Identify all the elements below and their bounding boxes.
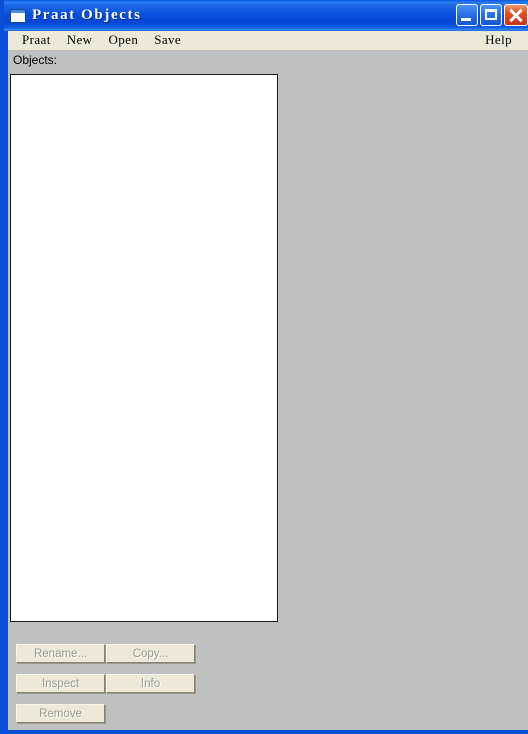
window-document-icon [10, 9, 26, 23]
inspect-button[interactable]: Inspect [16, 674, 105, 693]
title-bar[interactable]: Praat Objects [4, 0, 528, 31]
action-buttons-panel: Rename... Copy... Inspect Info Remove [8, 638, 528, 730]
menu-item-help[interactable]: Help [477, 31, 520, 50]
window-controls [456, 4, 528, 26]
title-bar-left: Praat Objects [10, 0, 142, 31]
objects-list[interactable] [10, 74, 278, 622]
minimize-button[interactable] [456, 4, 478, 26]
menu-bar: Praat New Open Save Help [8, 31, 528, 50]
menu-bar-right-group: Help [477, 31, 528, 50]
window-title: Praat Objects [32, 7, 142, 23]
praat-objects-window: Praat Objects Praat New Open Save Help O… [0, 0, 528, 734]
client-area: Objects: Rename... Copy... Inspect Info … [8, 50, 528, 730]
info-button[interactable]: Info [106, 674, 195, 693]
menu-item-save[interactable]: Save [146, 31, 189, 50]
menu-bar-left-group: Praat New Open Save [8, 31, 189, 50]
objects-label: Objects: [13, 53, 58, 67]
copy-button[interactable]: Copy... [106, 644, 195, 663]
maximize-button[interactable] [480, 4, 502, 26]
rename-button[interactable]: Rename... [16, 644, 105, 663]
close-button[interactable] [504, 4, 528, 26]
menu-item-praat[interactable]: Praat [14, 31, 59, 50]
menu-item-new[interactable]: New [59, 31, 101, 50]
menu-item-open[interactable]: Open [100, 31, 146, 50]
remove-button[interactable]: Remove [16, 704, 105, 723]
